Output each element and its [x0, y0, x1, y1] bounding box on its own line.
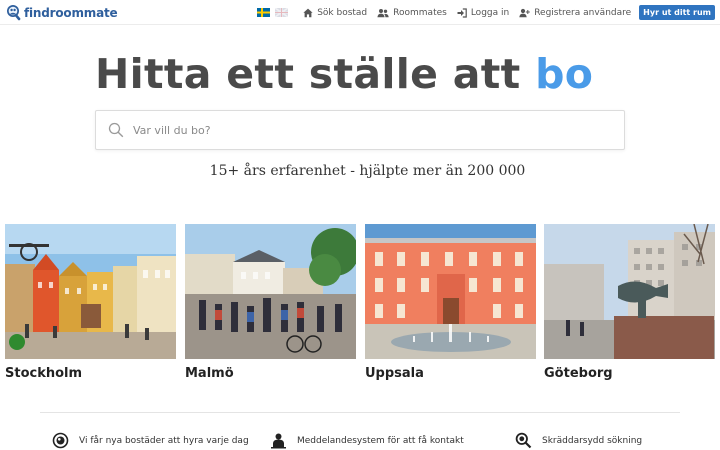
tagline: 15+ års erfarenhet - hjälpte mer än 200 …: [209, 163, 526, 179]
feature-messaging: Meddelandesystem för att få kontakt: [270, 432, 464, 449]
city-card-goteborg[interactable]: Göteborg: [544, 224, 715, 381]
city-name-malmo: Malmö: [185, 366, 234, 381]
logo-magnifier-icon: [7, 5, 21, 21]
city-name-goteborg: Göteborg: [544, 366, 613, 381]
city-card-uppsala[interactable]: Uppsala: [365, 224, 536, 381]
top-navigation-bar: findroommate Sök bostad Roommates Logga …: [0, 0, 720, 25]
goteborg-photo: [544, 224, 715, 359]
section-divider: [40, 412, 680, 413]
nav-login[interactable]: Logga in: [457, 8, 509, 18]
malmo-photo: [185, 224, 356, 359]
rent-out-room-button[interactable]: Hyr ut ditt rum: [639, 5, 715, 20]
main-nav: Sök bostad Roommates Logga in Registrera…: [257, 4, 715, 21]
site-logo[interactable]: findroommate: [6, 4, 118, 21]
city-card-stockholm[interactable]: Stockholm: [5, 224, 176, 381]
city-name-uppsala: Uppsala: [365, 366, 424, 381]
feature-new-listings: Vi får nya bostäder att hyra varje dag: [52, 432, 249, 449]
nav-login-label: Logga in: [470, 7, 510, 18]
magnifier-icon: [515, 432, 532, 449]
feature-messaging-label: Meddelandesystem för att få kontakt: [297, 435, 464, 446]
nav-roommates[interactable]: Roommates: [377, 8, 447, 18]
sign-in-icon: [457, 7, 467, 18]
nav-search-housing-label: Sök bostad: [317, 7, 368, 18]
headline-accent: bo: [535, 50, 594, 98]
search-icon: [108, 122, 124, 138]
feature-tailored-search: Skräddarsydd sökning: [515, 432, 642, 449]
headline-main: Hitta ett ställe att: [95, 50, 536, 98]
city-name-stockholm: Stockholm: [5, 366, 83, 381]
users-icon: [377, 8, 389, 17]
page-headline: Hitta ett ställe att bo: [95, 50, 593, 98]
home-icon: [303, 8, 313, 17]
clock-eye-icon: [52, 432, 69, 449]
user-plus-icon: [519, 8, 531, 17]
nav-register-label: Registrera användare: [534, 7, 632, 18]
nav-search-housing[interactable]: Sök bostad: [303, 8, 367, 18]
stockholm-photo: [5, 224, 176, 359]
user-laptop-icon: [271, 433, 286, 449]
nav-roommates-label: Roommates: [393, 7, 447, 18]
feature-new-listings-label: Vi får nya bostäder att hyra varje dag: [79, 435, 249, 446]
uk-flag-icon[interactable]: [275, 8, 289, 17]
nav-register[interactable]: Registrera användare: [519, 8, 631, 18]
swedish-flag-icon[interactable]: [257, 8, 271, 17]
location-search-input[interactable]: [133, 123, 603, 137]
logo-text: findroommate: [24, 5, 118, 20]
location-search-box[interactable]: [95, 110, 625, 150]
uppsala-photo: [365, 224, 536, 359]
feature-tailored-search-label: Skräddarsydd sökning: [542, 435, 643, 446]
city-card-malmo[interactable]: Malmö: [185, 224, 356, 381]
